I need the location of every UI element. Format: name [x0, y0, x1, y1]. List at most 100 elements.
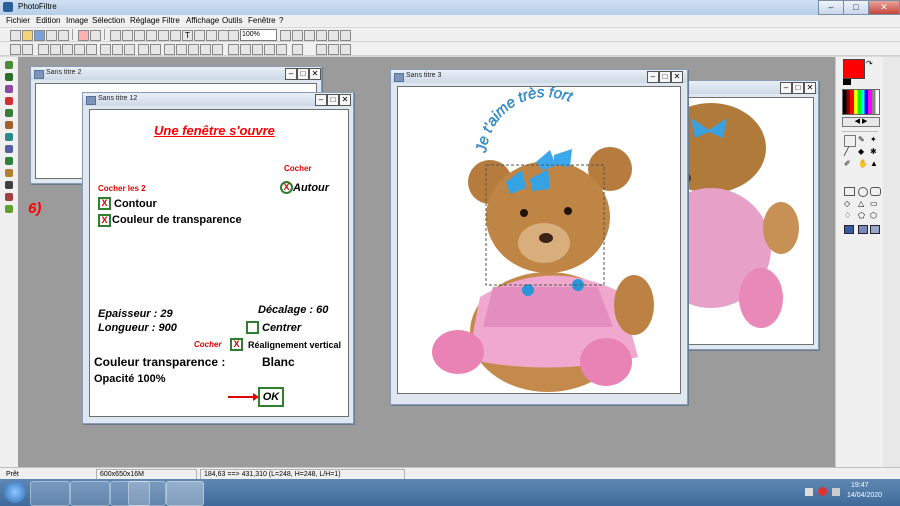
brightness-icon[interactable]	[38, 44, 49, 55]
noise-icon[interactable]	[200, 44, 211, 55]
redo-icon[interactable]	[90, 30, 101, 41]
sepia-icon[interactable]	[112, 44, 123, 55]
layer-icon[interactable]	[206, 30, 217, 41]
menu-filtre[interactable]: Filtre	[162, 16, 180, 25]
sharpen-icon[interactable]	[176, 44, 187, 55]
full-screen-icon[interactable]	[328, 30, 339, 41]
filter-h-icon[interactable]	[328, 44, 339, 55]
plugin-icon[interactable]	[5, 145, 13, 153]
plugin-icon[interactable]	[5, 61, 13, 69]
menu-help[interactable]: ?	[279, 16, 283, 25]
vertical-scrollbar[interactable]	[883, 57, 900, 467]
minimize-button[interactable]: –	[818, 0, 844, 15]
ellipse-selection-icon[interactable]	[858, 187, 868, 197]
soften-icon[interactable]	[188, 44, 199, 55]
zoom-in-icon[interactable]	[280, 30, 291, 41]
crop-icon[interactable]	[158, 30, 169, 41]
taskbar-ie-icon[interactable]	[30, 481, 70, 506]
stamp-tool-icon[interactable]: ▲	[870, 159, 878, 168]
plugin-icon[interactable]	[5, 205, 13, 213]
doc-close-button[interactable]: ✕	[309, 68, 321, 80]
negative-icon[interactable]	[124, 44, 135, 55]
filter-b-icon[interactable]	[240, 44, 251, 55]
plugin-icon[interactable]	[5, 169, 13, 177]
actual-size-icon[interactable]	[316, 30, 327, 41]
doc-close-button[interactable]: ✕	[671, 71, 683, 83]
polygon-icon[interactable]: ⬠	[858, 211, 865, 220]
document-canvas[interactable]: Je t'aime très fort	[397, 86, 681, 394]
clock-time[interactable]: 19:47	[851, 482, 869, 489]
rectangle-selection-icon[interactable]	[844, 187, 855, 196]
menu-fenetre[interactable]: Fenêtre	[248, 16, 276, 25]
frame-icon[interactable]	[194, 30, 205, 41]
lasso-icon[interactable]: ♢	[844, 211, 851, 220]
plugin-icon[interactable]	[5, 121, 13, 129]
brush-tool-icon[interactable]: ✐	[844, 159, 852, 168]
explorer-icon[interactable]	[228, 30, 239, 41]
plugin-icon[interactable]	[5, 181, 13, 189]
plugin-icon[interactable]	[5, 133, 13, 141]
flip-h-icon[interactable]	[138, 44, 149, 55]
menu-selection[interactable]: Sélection	[92, 16, 125, 25]
filter-d-icon[interactable]	[264, 44, 275, 55]
zoom-out-icon[interactable]	[292, 30, 303, 41]
fit-icon[interactable]	[304, 30, 315, 41]
maximize-button[interactable]: □	[843, 0, 869, 15]
menu-affichage[interactable]: Affichage	[186, 16, 219, 25]
swap-colors-icon[interactable]: ↷	[866, 59, 873, 68]
line-tool-icon[interactable]: ╱	[844, 147, 852, 156]
doc-minimize-button[interactable]: –	[647, 71, 659, 83]
paste-icon[interactable]	[134, 30, 145, 41]
tray-antivirus-icon[interactable]	[818, 487, 827, 496]
blur-icon[interactable]	[164, 44, 175, 55]
contrast-icon[interactable]	[50, 44, 61, 55]
plugin-icon[interactable]	[5, 109, 13, 117]
flip-v-icon[interactable]	[150, 44, 161, 55]
ok-button[interactable]: OK	[258, 387, 284, 407]
saturation-icon[interactable]	[62, 44, 73, 55]
new-file-icon[interactable]	[10, 30, 21, 41]
doc-maximize-button[interactable]: □	[327, 94, 339, 106]
star-icon[interactable]	[5, 97, 13, 105]
rounded-selection-icon[interactable]	[870, 187, 881, 196]
diamond-selection-icon[interactable]: ◇	[844, 199, 850, 208]
pointer-tool-icon[interactable]	[844, 135, 856, 147]
couleur-transparence-checkbox[interactable]: X	[98, 214, 111, 227]
menu-image[interactable]: Image	[66, 16, 88, 25]
gamma-icon[interactable]	[74, 44, 85, 55]
undo-icon[interactable]	[78, 30, 89, 41]
default-colors-icon[interactable]	[843, 79, 851, 85]
doc-minimize-button[interactable]: –	[315, 94, 327, 106]
trapezoid-selection-icon[interactable]: ▭	[870, 199, 878, 208]
tray-up-icon[interactable]	[805, 488, 813, 496]
menu-edition[interactable]: Edition	[36, 16, 60, 25]
filter-a-icon[interactable]	[228, 44, 239, 55]
auto-contrast-icon[interactable]	[22, 44, 33, 55]
dust-icon[interactable]	[212, 44, 223, 55]
doc-minimize-button[interactable]: –	[780, 82, 792, 94]
menu-fichier[interactable]: Fichier	[6, 16, 30, 25]
palette-scroll[interactable]: ◀ ▶	[842, 117, 880, 127]
menu-reglage[interactable]: Réglage	[130, 16, 160, 25]
filter-f-icon[interactable]	[292, 44, 303, 55]
contour-checkbox[interactable]: X	[98, 197, 111, 210]
realignement-checkbox[interactable]: X	[230, 338, 243, 351]
document-window-12[interactable]: Sans titre 12 – □ ✕ Une fenêtre s'ouvre …	[82, 92, 354, 424]
open-folder-icon[interactable]	[22, 30, 33, 41]
taskbar-chrome-icon[interactable]	[128, 481, 166, 506]
plugin-icon[interactable]	[5, 85, 13, 93]
picker-tool-icon[interactable]: ✎	[858, 135, 866, 144]
clock-date[interactable]: 14/04/2020	[847, 492, 882, 499]
color-palette[interactable]	[842, 89, 880, 115]
fill-tool-icon[interactable]: ◆	[858, 147, 866, 156]
foreground-color-swatch[interactable]	[843, 59, 865, 79]
text-tool-icon[interactable]: T	[182, 30, 193, 41]
doc-close-button[interactable]: ✕	[804, 82, 816, 94]
doc-minimize-button[interactable]: –	[285, 68, 297, 80]
option-c-icon[interactable]	[870, 225, 880, 234]
filter-c-icon[interactable]	[252, 44, 263, 55]
auto-level-icon[interactable]	[10, 44, 21, 55]
shape-icon[interactable]: ⬡	[870, 211, 877, 220]
doc-maximize-button[interactable]: □	[792, 82, 804, 94]
menu-outils[interactable]: Outils	[222, 16, 242, 25]
